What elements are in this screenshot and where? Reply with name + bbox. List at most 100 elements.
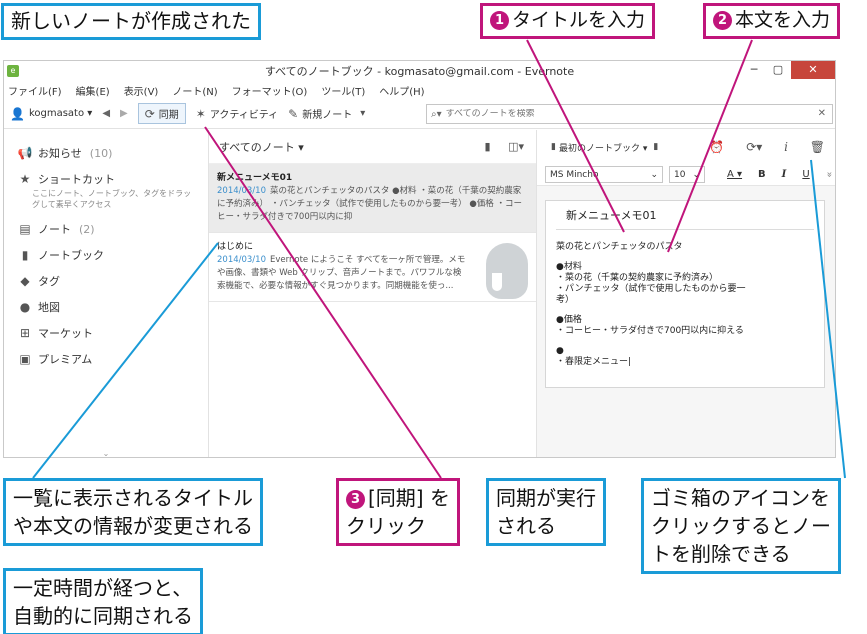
sidebar-item-premium[interactable]: ▣ プレミアム	[4, 346, 208, 372]
sync-label: 同期	[158, 110, 179, 121]
sidebar-item-market[interactable]: ⊞ マーケット	[4, 320, 208, 346]
sidebar-item-notebooks[interactable]: ▮ ノートブック	[4, 242, 208, 268]
menu-format[interactable]: フォーマット(O)	[232, 83, 308, 98]
step2-badge: 2	[713, 11, 732, 30]
menu-bar: ファイル(F) 編集(E) 表示(V) ノート(N) フォーマット(O) ツール…	[4, 81, 835, 99]
bold-button[interactable]: B	[758, 169, 766, 180]
search-icon: ⌕▾	[431, 108, 442, 120]
sidebar-label: ノート	[38, 223, 71, 236]
user-icon: 👤	[10, 106, 25, 121]
note-line	[556, 306, 814, 315]
notebook-selector[interactable]: すべてのノート ▾	[219, 139, 304, 155]
minimize-button[interactable]: ─	[743, 61, 765, 79]
search-clear-icon[interactable]: ✕	[818, 108, 826, 119]
evernote-window: e すべてのノートブック - kogmasato@gmail.com - Eve…	[3, 60, 836, 458]
notebook-info-icon[interactable]: ▮	[485, 140, 491, 153]
toolbar: 👤 kogmasato ▾ ◀ ▶ ⟳ 同期 ✶ アクティビティ ✎ 新規ノート…	[4, 99, 835, 129]
account-menu[interactable]: 👤 kogmasato ▾	[10, 107, 92, 121]
back-icon: ◀	[102, 108, 111, 119]
note-body[interactable]: 新メニューメモ01 菜の花とパンチェッタのパスタ ●材料 ・菜の花（千葉の契約農…	[545, 200, 825, 388]
forward-button[interactable]: ▶	[120, 108, 128, 119]
note-icon: ▤	[19, 222, 31, 236]
note-title: はじめに	[217, 242, 254, 252]
sync-button[interactable]: ⟳ 同期	[137, 103, 186, 124]
premium-icon: ▣	[19, 352, 31, 366]
sidebar-item-notifications[interactable]: 📢 お知らせ (10)	[4, 140, 208, 166]
title-bar: e すべてのノートブック - kogmasato@gmail.com - Eve…	[4, 61, 835, 81]
menu-edit[interactable]: 編集(E)	[76, 83, 110, 98]
menu-tools[interactable]: ツール(T)	[321, 83, 365, 98]
maximize-button[interactable]: ▢	[767, 61, 789, 79]
note-line: 菜の花とパンチェッタのパスタ	[556, 242, 683, 252]
menu-view[interactable]: 表示(V)	[124, 83, 159, 98]
note-text[interactable]: 菜の花とパンチェッタのパスタ ●材料 ・菜の花（千葉の契約農家に予約済み） ・パ…	[556, 242, 814, 368]
note-line: ●	[556, 346, 564, 356]
sidebar-label: お知らせ	[38, 147, 82, 160]
back-button[interactable]: ◀	[102, 108, 110, 119]
menu-help[interactable]: ヘルプ(H)	[379, 83, 424, 98]
map-pin-icon: ●	[19, 300, 31, 314]
callout-auto-sync: 一定時間が経つと、 自動的に同期される	[3, 568, 203, 634]
main-content: 📢 お知らせ (10) ★ ショートカット ここにノート、ノートブック、タグをド…	[4, 130, 835, 457]
note-line: ●価格	[556, 315, 582, 325]
sidebar-item-atlas[interactable]: ● 地図	[4, 294, 208, 320]
sync-icon: ⟳	[144, 106, 155, 121]
callout-list-updated: 一覧に表示されるタイトル や本文の情報が変更される	[3, 478, 263, 546]
note-line: ・春限定メニュー|	[556, 357, 632, 367]
note-snippet: 2014/03/10 菜の花とパンチェッタのパスタ ●材料 ・菜の花（千葉の契約農…	[217, 185, 528, 224]
editor-header: ▮ 最初のノートブック ▾ ▮ ⏰ ⟳▾ i 🗑	[537, 130, 835, 164]
account-name: kogmasato ▾	[28, 108, 93, 119]
new-note-dropdown-icon[interactable]: ▾	[360, 108, 365, 119]
notebook-icon: ▮	[551, 142, 556, 152]
search-box: ⌕▾ ✕	[426, 104, 833, 124]
note-line: 考）	[556, 295, 575, 305]
font-color-button[interactable]: A ▾	[727, 169, 742, 180]
editor-notebook-selector[interactable]: 最初のノートブック ▾	[559, 141, 647, 154]
left-sidebar: 📢 お知らせ (10) ★ ショートカット ここにノート、ノートブック、タグをド…	[4, 130, 209, 457]
menu-file[interactable]: ファイル(F)	[8, 83, 62, 98]
list-item[interactable]: はじめに 2014/03/10 Evernote にようこそ すべてを一ヶ所で管理…	[209, 233, 536, 302]
format-toolbar: MS Mincho ⌄ 10 ⌄ A ▾ B I U »	[537, 164, 835, 186]
share-icon[interactable]: ⟳▾	[746, 140, 762, 154]
callout-trash-delete: ゴミ箱のアイコンを クリックするとノー トを削除できる	[641, 478, 841, 574]
editor-tools: ⏰ ⟳▾ i 🗑	[691, 140, 825, 154]
list-item[interactable]: 新メニューメモ01 2014/03/10 菜の花とパンチェッタのパスタ ●材料 ・…	[209, 164, 536, 233]
step3-badge: 3	[346, 490, 365, 509]
sidebar-label: プレミアム	[38, 353, 93, 366]
notes-count: (2)	[79, 222, 95, 236]
sidebar-item-tags[interactable]: ◆ タグ	[4, 268, 208, 294]
sidebar-item-notes[interactable]: ▤ ノート (2)	[4, 216, 208, 242]
note-list-header: すべてのノート ▾ ▮ ◫▾	[209, 130, 536, 164]
note-line	[556, 253, 814, 262]
trash-icon[interactable]: 🗑	[810, 140, 825, 154]
close-button[interactable]: ✕	[791, 61, 835, 79]
sidebar-label: ショートカット	[38, 173, 115, 186]
italic-button[interactable]: I	[782, 169, 787, 180]
font-select[interactable]: MS Mincho ⌄	[545, 166, 663, 183]
info-icon[interactable]: i	[784, 140, 788, 154]
activity-icon: ✶	[195, 106, 206, 121]
reminder-icon[interactable]: ⏰	[709, 140, 724, 154]
activity-button[interactable]: ✶ アクティビティ	[195, 106, 278, 122]
menu-note[interactable]: ノート(N)	[172, 83, 217, 98]
gift-icon: ⊞	[19, 326, 31, 340]
note-line: ・菜の花（千葉の契約農家に予約済み）	[556, 273, 719, 283]
font-size-select[interactable]: 10 ⌄	[669, 166, 705, 183]
note-title: 新メニューメモ01	[217, 173, 293, 183]
search-input[interactable]	[445, 109, 816, 119]
elephant-thumbnail-icon	[486, 243, 528, 299]
new-note-button[interactable]: ✎ 新規ノート ▾	[288, 106, 365, 122]
more-format-icon[interactable]: »	[823, 171, 834, 177]
callout-step1-title: 1 タイトルを入力	[480, 3, 656, 39]
sidebar-scroll-icon[interactable]: ⌄	[4, 449, 208, 457]
sidebar-label: マーケット	[38, 327, 93, 340]
notebook-badge-icon: ▮	[653, 142, 659, 152]
note-list-tools: ▮ ◫▾	[471, 140, 524, 153]
callout-note-created: 新しいノートが作成された	[1, 3, 261, 40]
chevron-down-icon: ⌄	[650, 169, 658, 180]
note-title-field[interactable]: 新メニューメモ01	[556, 207, 814, 230]
underline-button[interactable]: U	[802, 169, 809, 180]
view-options-icon[interactable]: ◫▾	[508, 140, 524, 153]
shortcuts-hint: ここにノート、ノートブック、タグをドラッグして素早くアクセス	[32, 189, 192, 209]
note-line	[556, 337, 814, 346]
